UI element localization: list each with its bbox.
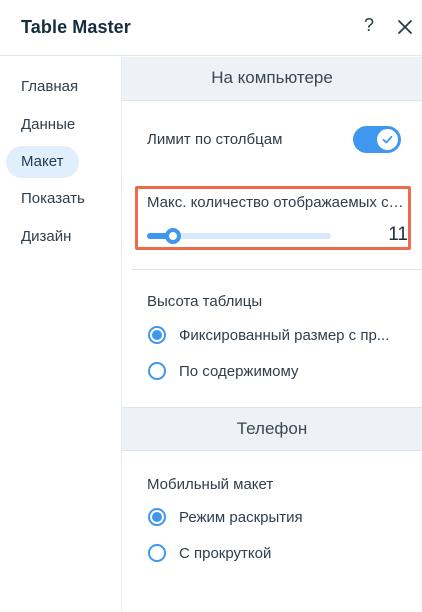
close-button[interactable] [394,16,416,38]
sidebar-item-main[interactable]: Главная [6,71,79,103]
column-limit-toggle[interactable] [353,126,401,153]
desktop-section-header: На компьютере [122,57,422,101]
settings-panel: На компьютере Лимит по столбцам Макс. ко… [122,57,422,612]
max-columns-value: 11 [388,224,408,245]
sidebar-item-show[interactable]: Показать [6,183,85,215]
sidebar-nav: Главная Данные Макет Показать Дизайн [0,57,122,612]
app-title: Table Master [21,17,131,37]
radio-scroll-mode[interactable] [148,544,166,562]
radio-expand-mode[interactable] [148,508,166,526]
slider-thumb[interactable] [164,228,181,244]
table-height-label: Высота таблицы [147,293,263,310]
radio-scroll-mode-label[interactable]: С прокруткой [179,545,402,562]
toggle-knob [377,129,398,150]
max-columns-label: Макс. количество отображаемых сто... [147,194,409,211]
panel-header: Table Master ? [0,0,422,56]
radio-expand-mode-label[interactable]: Режим раскрытия [179,509,402,526]
close-icon [398,20,412,34]
column-limit-label: Лимит по столбцам [147,131,283,148]
radio-fixed-size-label[interactable]: Фиксированный размер с пр... [179,327,402,344]
sidebar-item-data[interactable]: Данные [6,109,79,141]
mobile-layout-label: Мобильный макет [147,476,274,493]
radio-by-content-label[interactable]: По содержимому [179,363,402,380]
help-button[interactable]: ? [358,15,380,39]
radio-fixed-size[interactable] [148,326,166,344]
section-divider [132,269,422,270]
sidebar-item-layout[interactable]: Макет [6,146,79,178]
phone-section-header: Телефон [122,407,422,451]
sidebar-item-design[interactable]: Дизайн [6,221,79,253]
radio-by-content[interactable] [148,362,166,380]
check-icon [382,135,393,144]
